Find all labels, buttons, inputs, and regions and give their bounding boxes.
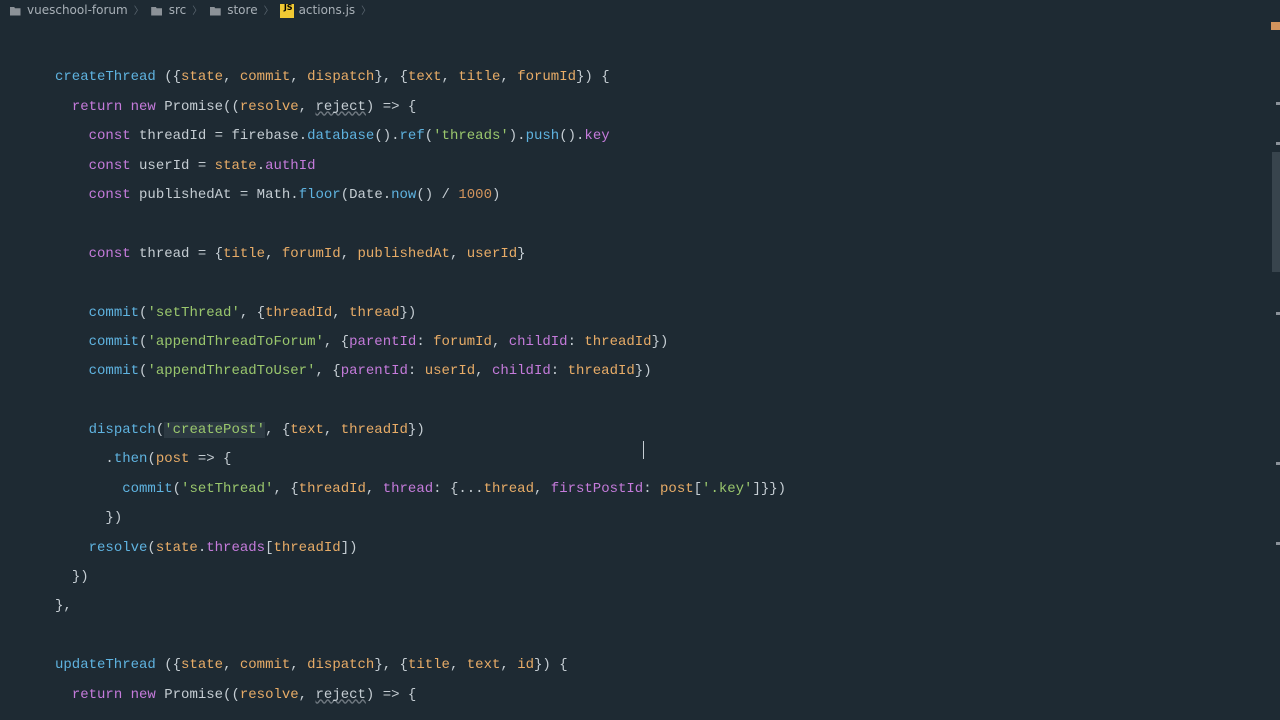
- folder-icon: [208, 4, 222, 18]
- code-editor[interactable]: createThread ({state, commit, dispatch},…: [0, 22, 1280, 710]
- code-line: const threadId = firebase.database().ref…: [55, 122, 1280, 151]
- code-line: }): [55, 563, 1280, 592]
- code-line: commit('appendThreadToForum', {parentId:…: [55, 328, 1280, 357]
- chevron-icon: 〉: [264, 1, 274, 22]
- crumb-label: store: [227, 0, 257, 24]
- breadcrumb: vueschool-forum 〉 src 〉 store 〉 JS actio…: [0, 0, 1280, 22]
- code-line: return new Promise((resolve, reject) => …: [55, 681, 1280, 710]
- code-line: const thread = {title, forumId, publishe…: [55, 240, 1280, 269]
- code-line: createThread ({state, commit, dispatch},…: [55, 63, 1280, 92]
- scrollbar-minimap[interactable]: [1270, 22, 1280, 720]
- crumb-store[interactable]: store: [208, 0, 257, 24]
- minimap-marker: [1271, 22, 1280, 30]
- code-line: commit('setThread', {threadId, thread}): [55, 299, 1280, 328]
- code-line: },: [55, 592, 1280, 621]
- crumb-file[interactable]: JS actions.js: [280, 0, 356, 24]
- chevron-icon: 〉: [134, 1, 144, 22]
- code-line: commit('appendThreadToUser', {parentId: …: [55, 357, 1280, 386]
- code-line: resolve(state.threads[threadId]): [55, 534, 1280, 563]
- chevron-icon: 〉: [192, 1, 202, 22]
- code-line: updateThread ({state, commit, dispatch},…: [55, 651, 1280, 680]
- code-line: dispatch('createPost', {text, threadId}): [55, 416, 1280, 445]
- code-line: [55, 210, 1280, 239]
- text-cursor: [643, 441, 644, 459]
- code-line: .then(post => {: [55, 445, 1280, 474]
- code-line: }): [55, 504, 1280, 533]
- minimap-marker: [1276, 542, 1280, 545]
- code-line: const userId = state.authId: [55, 152, 1280, 181]
- code-line: [55, 622, 1280, 651]
- js-file-icon: JS: [280, 4, 294, 18]
- crumb-label: actions.js: [299, 0, 356, 24]
- code-line: const publishedAt = Math.floor(Date.now(…: [55, 181, 1280, 210]
- folder-icon: [8, 4, 22, 18]
- folder-icon: [150, 4, 164, 18]
- chevron-icon: 〉: [361, 1, 371, 22]
- minimap-marker: [1276, 142, 1280, 145]
- crumb-src[interactable]: src: [150, 0, 187, 24]
- code-line: return new Promise((resolve, reject) => …: [55, 93, 1280, 122]
- code-line: [55, 387, 1280, 416]
- crumb-label: vueschool-forum: [27, 0, 128, 24]
- crumb-label: src: [169, 0, 187, 24]
- minimap-viewport[interactable]: [1272, 152, 1280, 272]
- minimap-marker: [1276, 102, 1280, 105]
- code-line: [55, 34, 1280, 63]
- minimap-marker: [1276, 312, 1280, 315]
- crumb-project[interactable]: vueschool-forum: [8, 0, 128, 24]
- code-line: commit('setThread', {threadId, thread: {…: [55, 475, 1280, 504]
- minimap-marker: [1276, 462, 1280, 465]
- code-line: [55, 269, 1280, 298]
